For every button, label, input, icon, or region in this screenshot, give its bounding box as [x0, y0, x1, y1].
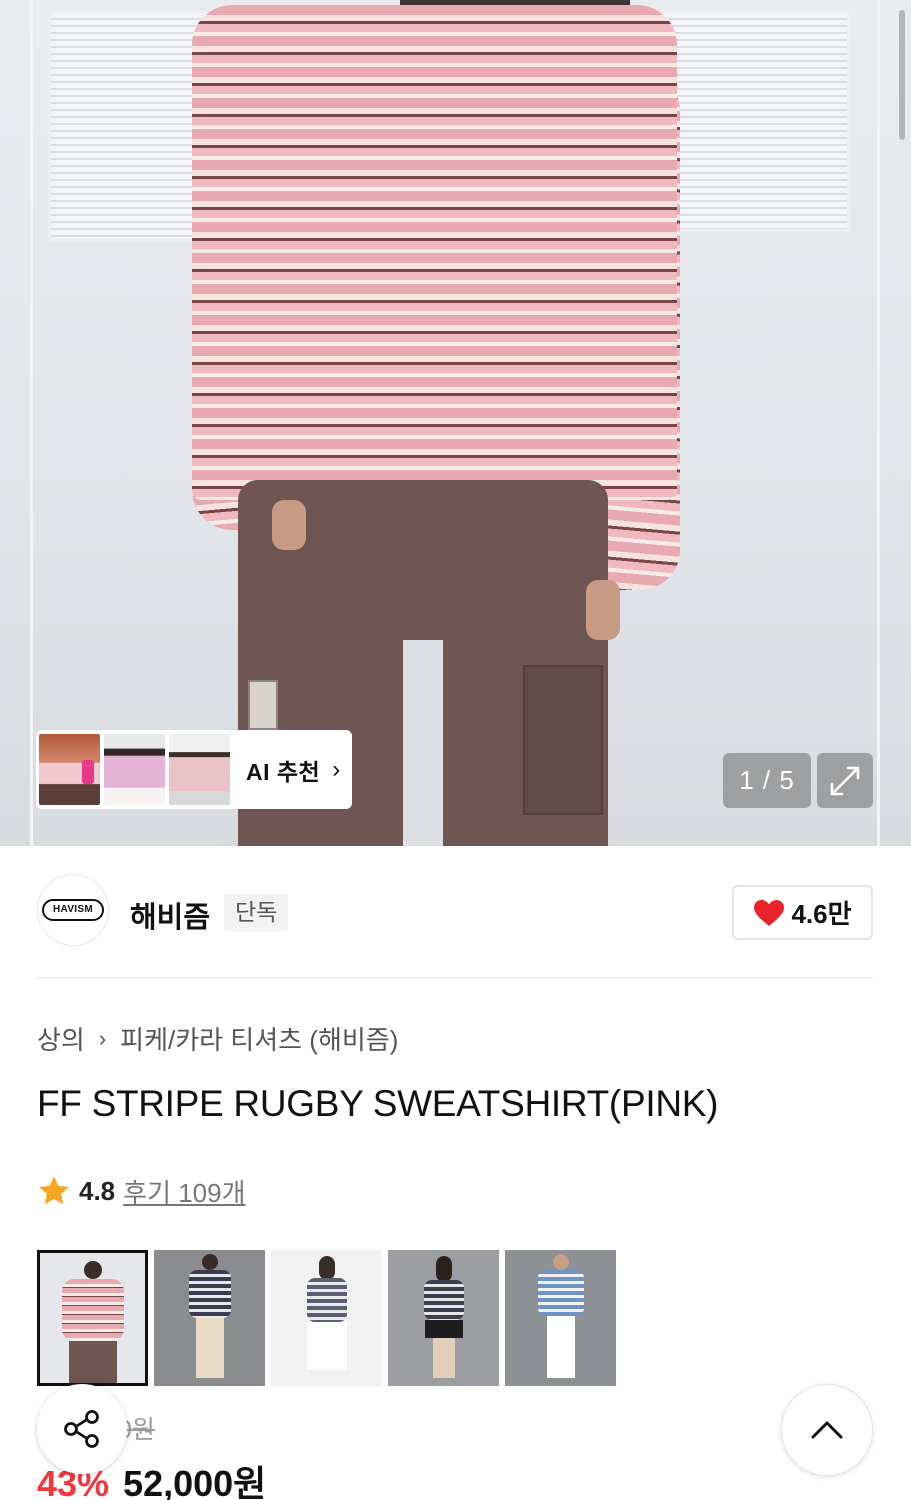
share-button[interactable] [37, 1384, 127, 1474]
expand-button[interactable] [817, 753, 873, 808]
variant-figure [318, 1256, 335, 1280]
variant-thumbnail-grey[interactable] [154, 1250, 265, 1386]
scrollbar[interactable] [899, 10, 905, 140]
variant-figure [201, 1254, 218, 1270]
variant-thumbnail-blue[interactable] [505, 1250, 616, 1386]
variant-figure [423, 1280, 464, 1320]
brand-name[interactable]: 해비즘 [130, 894, 210, 936]
ai-recommend-text: AI 추천 [246, 758, 321, 785]
pants-patch [248, 680, 278, 730]
variant-figure [435, 1256, 452, 1282]
variant-figure [432, 1338, 455, 1378]
rating-score: 4.8 [79, 1176, 116, 1206]
sale-price: 52,000원 [123, 1463, 267, 1500]
variant-thumbnail-charcoal[interactable] [388, 1250, 499, 1386]
like-count: 4.6만 [791, 899, 852, 929]
brand-logo-text: HAVISM [42, 899, 104, 921]
brand-logo[interactable]: HAVISM [37, 874, 109, 946]
pants-cargo-pocket [523, 665, 603, 815]
variant-figure [552, 1254, 569, 1270]
star-icon [39, 1176, 69, 1205]
variant-figure [424, 1320, 463, 1338]
variant-figure [195, 1318, 224, 1378]
variant-figure [306, 1322, 347, 1370]
model-hand-left [272, 500, 306, 550]
variant-thumbnails [37, 1250, 616, 1386]
breadcrumb-item-subcategory[interactable]: 피케/카라 티셔츠 (해비즘) [120, 1020, 398, 1057]
variant-thumbnail-pink[interactable] [37, 1250, 148, 1386]
rating-row: 4.8 후기 109개 [37, 1173, 246, 1210]
ai-recommend-chip[interactable]: AI 추천 › [36, 730, 352, 809]
variant-figure [306, 1278, 347, 1322]
ai-recommend-label: AI 추천 › [246, 753, 341, 787]
ai-recommend-thumbnail [169, 734, 230, 805]
variant-figure [537, 1270, 584, 1316]
breadcrumb-item-category[interactable]: 상의 [37, 1020, 85, 1057]
like-button[interactable]: 4.6만 [732, 885, 873, 940]
expand-icon [830, 766, 860, 795]
breadcrumb: 상의 › 피케/카라 티셔츠 (해비즘) [37, 1020, 398, 1057]
ai-recommend-thumbnail [39, 734, 100, 805]
chevron-up-icon [811, 1421, 843, 1439]
chevron-right-icon: › [98, 1025, 107, 1051]
exclusive-badge: 단독 [224, 894, 289, 931]
variant-figure [68, 1341, 117, 1383]
scroll-to-top-button[interactable] [781, 1384, 873, 1476]
share-icon [64, 1410, 99, 1448]
product-image-gallery[interactable]: AI 추천 › 1 / 5 [0, 0, 911, 846]
variant-figure [188, 1270, 231, 1318]
brand-row: HAVISM 해비즘 단독 4.6만 [37, 874, 873, 948]
model-hand-right [586, 580, 620, 640]
striped-sweatshirt [192, 5, 677, 500]
variant-figure [83, 1261, 102, 1279]
reviews-link[interactable]: 후기 109개 [123, 1173, 245, 1210]
divider [37, 977, 873, 979]
heart-icon [754, 899, 785, 926]
chevron-right-icon: › [332, 755, 341, 783]
variant-thumbnail-navy[interactable] [271, 1250, 382, 1386]
product-title: FF STRIPE RUGBY SWEATSHIRT(PINK) [37, 1083, 719, 1124]
ai-recommend-thumbnail [104, 734, 165, 805]
image-counter: 1 / 5 [723, 753, 811, 808]
variant-figure [61, 1279, 124, 1341]
pants-leg-gap [403, 640, 443, 846]
variant-figure [546, 1316, 575, 1378]
